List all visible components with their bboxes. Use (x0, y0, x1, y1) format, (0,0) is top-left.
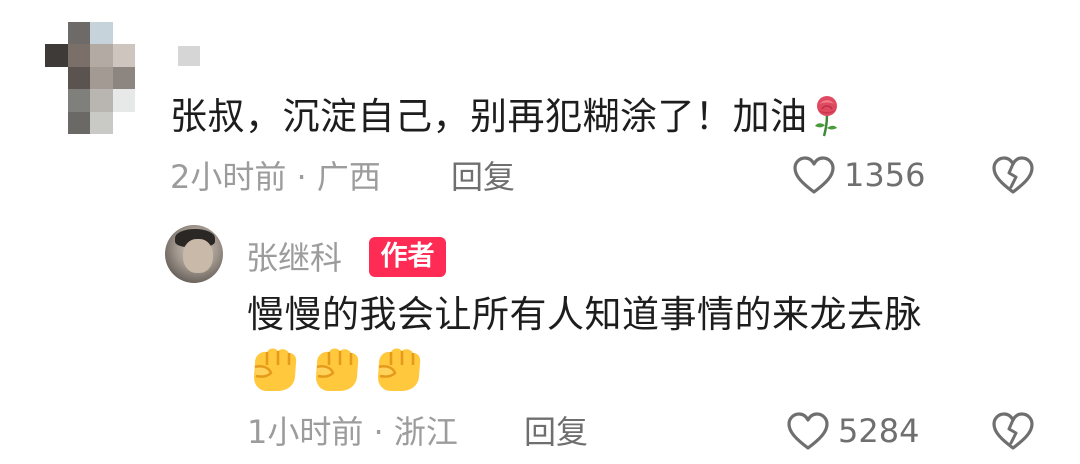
comment-like-count: 1356 (844, 156, 926, 194)
reply-author-avatar[interactable] (165, 225, 223, 283)
comment-reply-button[interactable]: 回复 (451, 157, 515, 197)
fist-icon (254, 348, 297, 391)
broken-heart-icon (992, 156, 1034, 194)
fist-icon (316, 348, 359, 391)
comment-dislike-button[interactable] (991, 155, 1035, 199)
comment-location: 广西 (316, 158, 381, 196)
reply-time: 1小时前 (247, 413, 364, 451)
author-badge: 作者 (369, 237, 446, 277)
comment-meta: 2小时前 · 广西 (170, 157, 381, 197)
reply-emoji-row (247, 343, 425, 393)
reply-reply-button[interactable]: 回复 (524, 412, 588, 452)
comment-text: 张叔，沉淀自己，别再犯糊涂了！加油 (170, 95, 808, 138)
heart-icon (793, 156, 835, 194)
reply-location: 浙江 (393, 413, 458, 451)
reply-meta: 1小时前 · 浙江 (247, 412, 458, 452)
commenter-avatar[interactable] (45, 22, 135, 134)
heart-icon (787, 412, 829, 450)
fist-icon (378, 348, 421, 391)
comment-body: 张叔，沉淀自己，别再犯糊涂了！加油 (170, 92, 842, 150)
reply-body: 慢慢的我会让所有人知道事情的来龙去脉 (247, 293, 922, 336)
reply-like-count: 5284 (838, 412, 920, 450)
meta-separator: · (296, 158, 307, 196)
reply-like-button[interactable]: 5284 (786, 411, 919, 451)
rose-icon (812, 95, 842, 150)
meta-separator: · (373, 413, 384, 451)
comment-time: 2小时前 (170, 158, 287, 196)
comment-like-button[interactable]: 1356 (792, 155, 925, 195)
broken-heart-icon (992, 412, 1034, 450)
reply-dislike-button[interactable] (991, 411, 1035, 455)
reply-author-name[interactable]: 张继科 (246, 238, 342, 278)
comment-section: 张叔，沉淀自己，别再犯糊涂了！加油 2小时前 · 广西 回复 1356 张继科 … (0, 0, 1080, 464)
commenter-name-redacted[interactable] (178, 46, 200, 66)
